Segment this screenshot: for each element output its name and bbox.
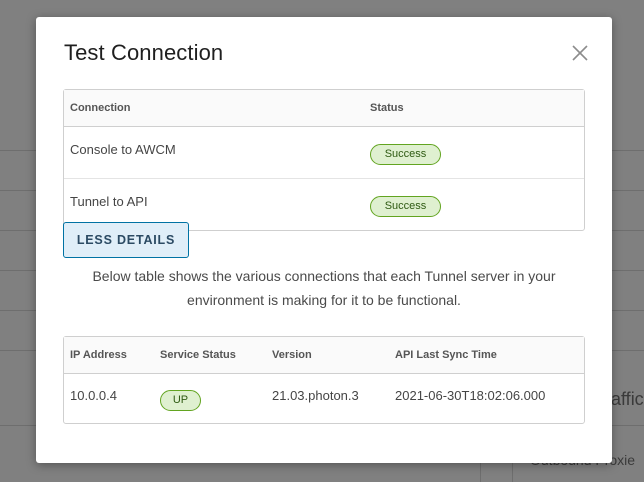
- status-badge: Success: [370, 143, 441, 165]
- table-row: 10.0.0.4 UP 21.03.photon.3 2021-06-30T18…: [64, 374, 584, 423]
- status-badge: Success: [370, 195, 441, 217]
- column-header-api-last-sync-time: API Last Sync Time: [389, 337, 584, 374]
- table-header-row: Connection Status: [64, 90, 584, 127]
- version-cell: 21.03.photon.3: [272, 388, 359, 403]
- status-cell: Success: [364, 127, 584, 179]
- table-row: Console to AWCM Success: [64, 127, 584, 179]
- tunnel-servers-table: IP Address Service Status Version API La…: [63, 336, 585, 424]
- ip-address-cell: 10.0.0.4: [70, 388, 117, 403]
- last-sync-cell: 2021-06-30T18:02:06.000: [395, 388, 546, 403]
- column-header-status: Status: [364, 90, 584, 127]
- service-status-badge: UP: [160, 389, 201, 411]
- test-connection-dialog: Test Connection Connection Status Consol…: [36, 17, 612, 463]
- service-status-cell: UP: [154, 374, 266, 423]
- column-header-version: Version: [266, 337, 389, 374]
- close-icon[interactable]: [571, 44, 589, 62]
- details-description: Below table shows the various connection…: [92, 268, 556, 308]
- column-header-service-status: Service Status: [154, 337, 266, 374]
- table-header-row: IP Address Service Status Version API La…: [64, 337, 584, 374]
- less-details-button[interactable]: LESS DETAILS: [63, 222, 189, 258]
- connection-name: Console to AWCM: [64, 127, 364, 179]
- background-text: affic: [611, 389, 644, 409]
- dialog-title: Test Connection: [64, 40, 224, 65]
- status-cell: Success: [364, 179, 584, 230]
- column-header-ip-address: IP Address: [64, 337, 154, 374]
- column-header-connection: Connection: [64, 90, 364, 127]
- connections-table: Connection Status Console to AWCM Succes…: [63, 89, 585, 231]
